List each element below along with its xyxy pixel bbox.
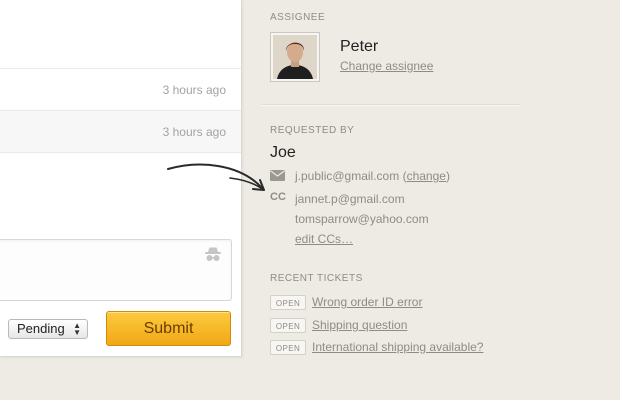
recent-tickets-heading: RECENT TICKETS: [270, 273, 363, 284]
select-arrows-icon: ▲ ▼: [73, 321, 81, 337]
recent-ticket-link[interactable]: International shipping available?: [312, 340, 483, 354]
row-timestamp: 3 hours ago: [162, 83, 226, 97]
cc-email: tomsparrow@yahoo.com: [295, 212, 429, 226]
divider: [262, 104, 520, 106]
recent-ticket-link[interactable]: Wrong order ID error: [312, 295, 422, 309]
status-badge: OPEN: [270, 318, 306, 333]
status-badge: OPEN: [270, 340, 306, 355]
change-assignee-link[interactable]: Change assignee: [340, 59, 433, 73]
assignee-name: Peter: [340, 38, 379, 55]
requester-email: j.public@gmail.com (change): [295, 169, 450, 183]
status-badge: OPEN: [270, 295, 306, 310]
status-select[interactable]: Pending ▲ ▼: [8, 319, 88, 339]
requested-by-heading: REQUESTED BY: [270, 125, 355, 136]
change-requester-link[interactable]: change: [407, 169, 446, 183]
submit-button[interactable]: Submit: [106, 311, 231, 346]
avatar: [270, 32, 320, 82]
conversation-row[interactable]: 3 hours ago: [0, 68, 241, 111]
private-note-spy-icon[interactable]: [203, 244, 223, 264]
close-paren: ): [445, 169, 450, 183]
conversation-row[interactable]: 3 hours ago: [0, 110, 241, 153]
row-timestamp: 3 hours ago: [162, 125, 226, 139]
requester-name: Joe: [270, 144, 296, 161]
assignee-photo: [273, 35, 317, 79]
reply-textarea[interactable]: [0, 239, 232, 301]
edit-ccs-link[interactable]: edit CCs…: [295, 232, 353, 246]
recent-ticket-link[interactable]: Shipping question: [312, 318, 407, 332]
email-icon: [270, 170, 285, 181]
cc-email: jannet.p@gmail.com: [295, 192, 405, 206]
requester-email-address: j.public@gmail.com: [295, 169, 400, 183]
status-select-value: Pending: [17, 321, 65, 336]
curved-arrow-icon: [167, 163, 265, 191]
cc-label: CC: [270, 191, 286, 203]
assignee-heading: ASSIGNEE: [270, 12, 326, 23]
